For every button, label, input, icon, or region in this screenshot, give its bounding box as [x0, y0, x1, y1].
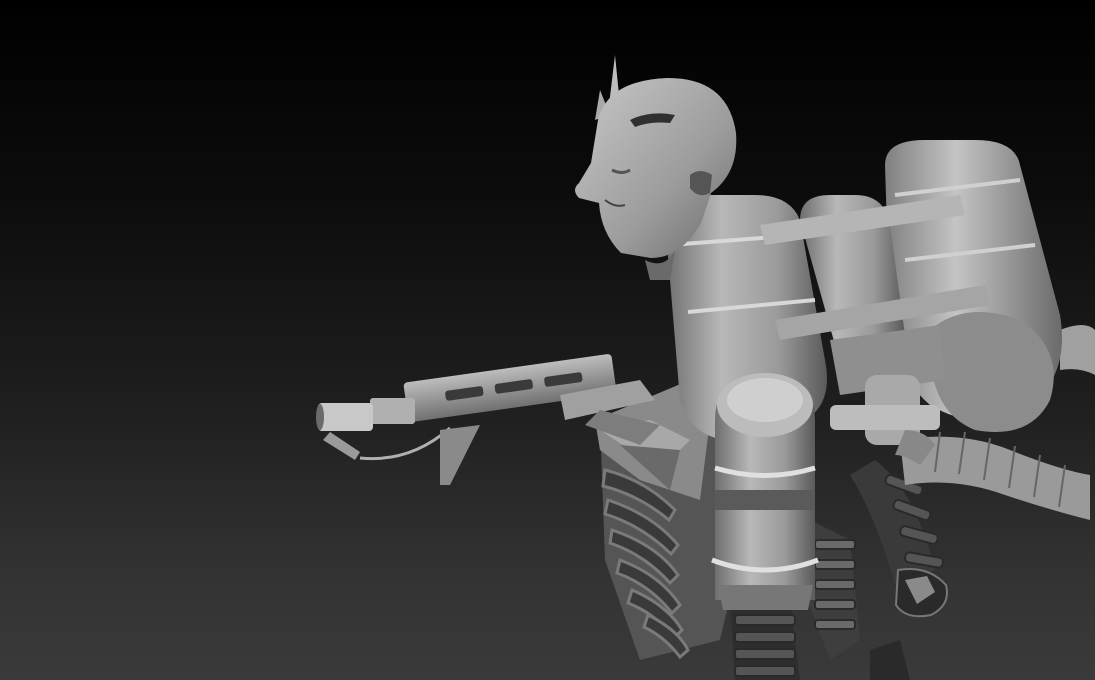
arm	[850, 460, 948, 618]
sculpt-model	[316, 55, 1095, 680]
sculpt-viewport[interactable]	[0, 0, 1095, 680]
fuel-cylinder	[711, 373, 819, 610]
